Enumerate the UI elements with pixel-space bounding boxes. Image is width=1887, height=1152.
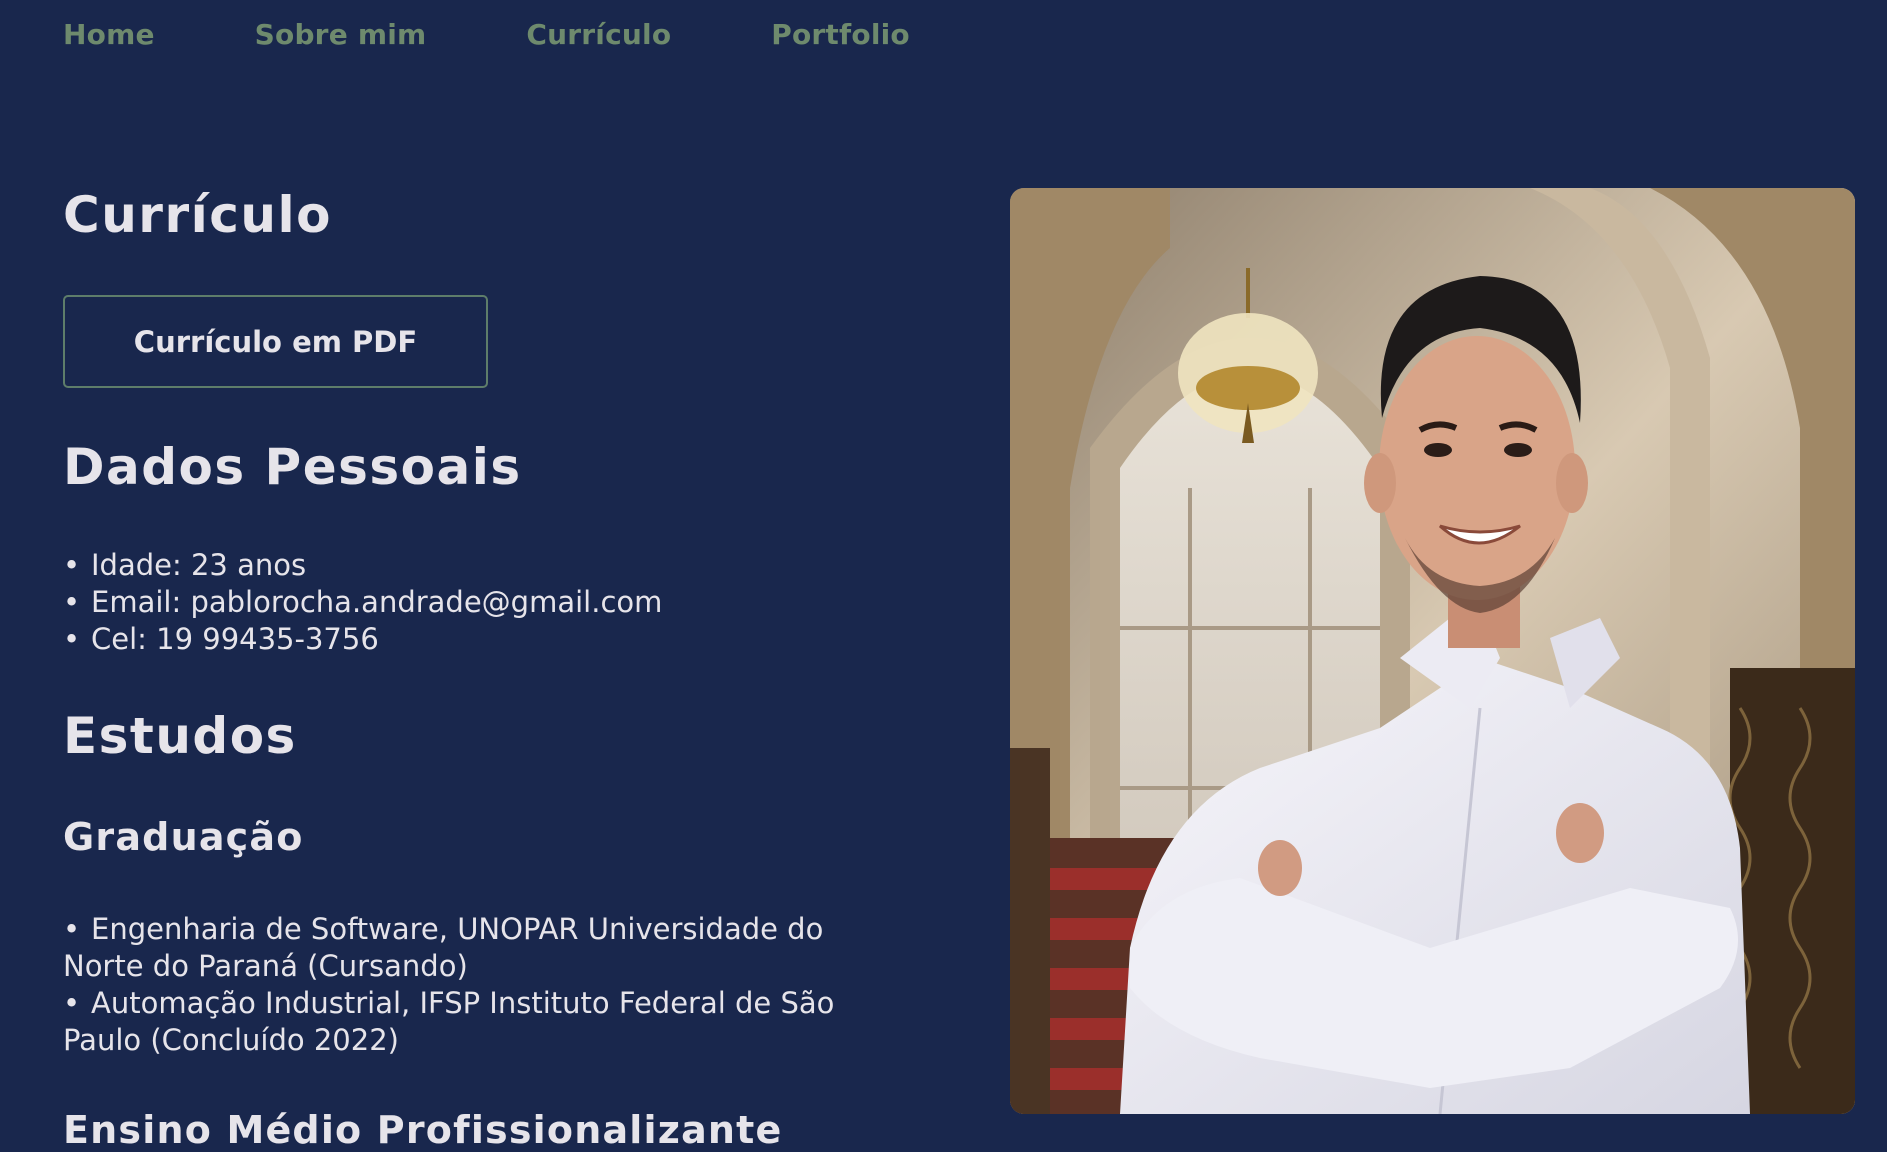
nav-curriculum-link[interactable]: Currículo [526, 18, 671, 51]
list-item: • Engenharia de Software, UNOPAR Universi… [63, 912, 824, 983]
top-nav: Home Sobre mim Currículo Portfolio [63, 18, 910, 51]
list-item: • Email: pablorocha.andrade@gmail.com [63, 585, 663, 619]
studies-heading: Estudos [63, 707, 297, 765]
highschool-heading: Ensino Médio Profissionalizante [63, 1108, 783, 1152]
graduation-heading: Graduação [63, 815, 304, 859]
pdf-download-button[interactable]: Currículo em PDF [63, 295, 488, 388]
profile-photo [1010, 188, 1855, 1114]
list-item: • Automação Industrial, IFSP Instituto Fe… [63, 986, 835, 1057]
list-item: • Idade: 23 anos [63, 548, 307, 582]
bullet-icon: • [63, 622, 81, 656]
bullet-icon: • [63, 912, 81, 946]
nav-about-link[interactable]: Sobre mim [255, 18, 427, 51]
bullet-icon: • [63, 986, 81, 1020]
graduation-list: • Engenharia de Software, UNOPAR Universi… [63, 911, 834, 1059]
list-item: • Cel: 19 99435-3756 [63, 622, 379, 656]
page-title: Currículo [63, 186, 332, 244]
nav-portfolio-link[interactable]: Portfolio [771, 18, 910, 51]
nav-home-link[interactable]: Home [63, 18, 155, 51]
bullet-icon: • [63, 548, 81, 582]
profile-photo-illustration [1010, 188, 1855, 1114]
personal-data-list: • Idade: 23 anos • Email: pablorocha.andra… [63, 547, 662, 658]
personal-data-heading: Dados Pessoais [63, 438, 522, 496]
bullet-icon: • [63, 585, 81, 619]
